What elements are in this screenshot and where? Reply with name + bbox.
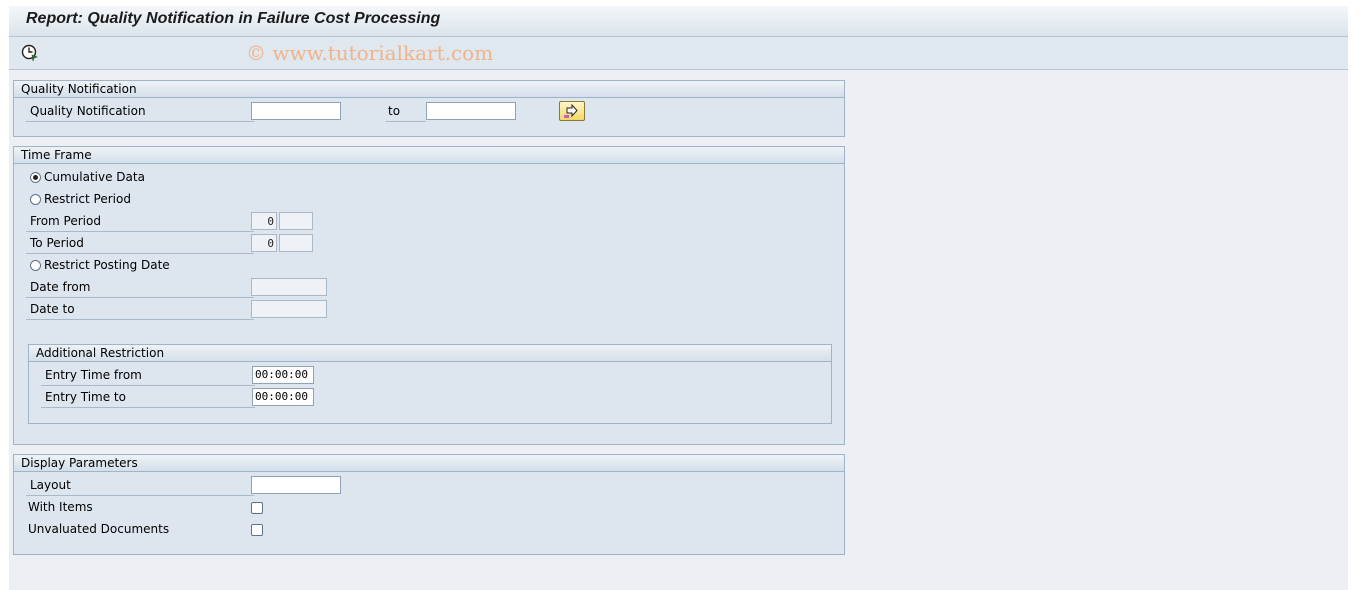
cumulative-data-label: Cumulative Data: [44, 170, 145, 184]
execute-clock-icon: [21, 44, 38, 62]
layout-label: Layout: [26, 475, 254, 496]
restrict-posting-date-radio[interactable]: [30, 260, 41, 271]
restrict-posting-date-label: Restrict Posting Date: [44, 258, 170, 272]
group-title: Time Frame: [21, 148, 92, 162]
unvaluated-documents-label: Unvaluated Documents: [28, 522, 170, 536]
to-period-year-input[interactable]: [279, 234, 313, 252]
entry-time-from-label: Entry Time from: [41, 365, 255, 386]
entry-time-from-input[interactable]: [252, 366, 314, 384]
from-period-year-input[interactable]: [279, 212, 313, 230]
group-title: Additional Restriction: [36, 346, 165, 360]
execute-button[interactable]: [20, 43, 40, 63]
to-period-input[interactable]: 0: [251, 234, 277, 252]
display-parameters-group: Display Parameters Layout With Items Unv…: [13, 454, 845, 555]
with-items-checkbox[interactable]: [251, 502, 263, 514]
group-title: Display Parameters: [21, 456, 138, 470]
to-period-label: To Period: [26, 233, 254, 254]
title-bar: Report: Quality Notification in Failure …: [9, 6, 1348, 37]
multiple-selection-button[interactable]: [559, 101, 585, 121]
entry-time-to-label: Entry Time to: [41, 387, 255, 408]
date-from-label: Date from: [26, 277, 254, 298]
quality-notification-label: Quality Notification: [26, 101, 254, 122]
date-to-label: Date to: [26, 299, 254, 320]
entry-time-to-input[interactable]: [252, 388, 314, 406]
sap-window: Report: Quality Notification in Failure …: [9, 6, 1348, 590]
selection-screen: Quality Notification Quality Notificatio…: [9, 70, 1348, 590]
additional-restriction-group: Additional Restriction Entry Time from E…: [28, 344, 832, 424]
date-to-input[interactable]: [251, 300, 327, 318]
restrict-period-radio[interactable]: [30, 194, 41, 205]
restrict-period-label: Restrict Period: [44, 192, 131, 206]
quality-notification-to-input[interactable]: [426, 102, 516, 120]
unvaluated-documents-checkbox[interactable]: [251, 524, 263, 536]
layout-input[interactable]: [251, 476, 341, 494]
application-toolbar: © www.tutorialkart.com: [9, 37, 1348, 70]
from-period-label: From Period: [26, 211, 254, 232]
quality-notification-from-input[interactable]: [251, 102, 341, 120]
time-frame-group: Time Frame Cumulative Data Restrict Peri…: [13, 146, 845, 445]
from-period-input[interactable]: 0: [251, 212, 277, 230]
multiple-selection-arrow-icon: [564, 103, 578, 118]
cumulative-data-radio[interactable]: [30, 172, 41, 183]
window-title: Report: Quality Notification in Failure …: [26, 10, 441, 27]
quality-notification-group: Quality Notification Quality Notificatio…: [13, 80, 845, 137]
watermark-text: © www.tutorialkart.com: [246, 41, 494, 65]
group-title: Quality Notification: [21, 82, 137, 96]
to-label: to: [386, 101, 426, 122]
date-from-input[interactable]: [251, 278, 327, 296]
with-items-label: With Items: [28, 500, 93, 514]
